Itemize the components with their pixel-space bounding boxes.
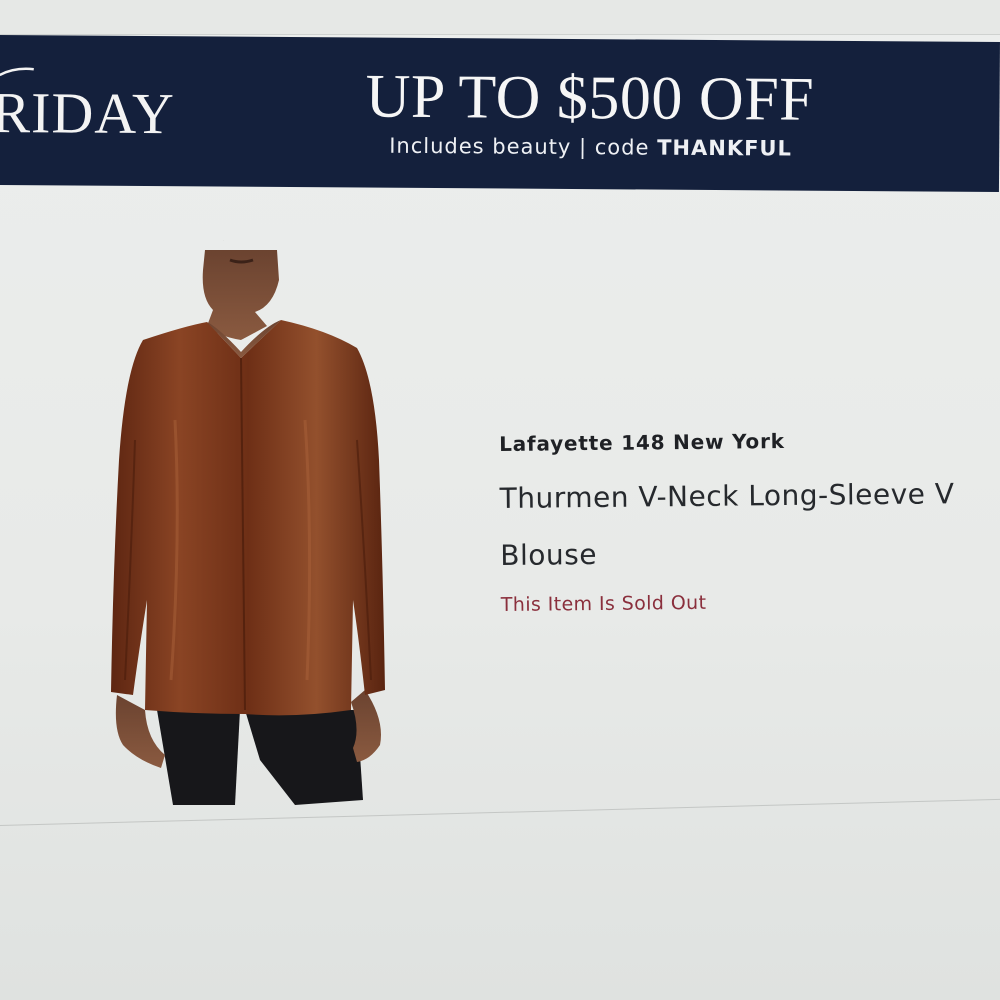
browser-screen: RIDAY UP TO $500 OFF Includes beauty | c… (0, 0, 1000, 1000)
promo-headline: UP TO $500 OFF (365, 62, 815, 134)
product-title-line1: Thurmen V-Neck Long-Sleeve V (499, 477, 955, 515)
product-title-line2: Blouse (500, 537, 598, 572)
promo-code: THANKFUL (657, 135, 792, 161)
brand-name[interactable]: Lafayette 148 New York (499, 427, 1000, 456)
swoosh-icon (0, 67, 34, 77)
top-strip (0, 0, 1000, 35)
promo-banner[interactable]: RIDAY UP TO $500 OFF Includes beauty | c… (0, 35, 1000, 192)
promo-subline: Includes beauty | code THANKFUL (389, 134, 792, 161)
event-name: RIDAY (0, 79, 176, 147)
sold-out-status: This Item Is Sold Out (500, 591, 707, 616)
product-title: Thurmen V-Neck Long-Sleeve V Blouse (499, 465, 1000, 584)
product-image[interactable] (95, 240, 405, 815)
product-info: Lafayette 148 New York Thurmen V-Neck Lo… (499, 427, 1000, 616)
promo-subline-text: Includes beauty | code (389, 133, 658, 160)
